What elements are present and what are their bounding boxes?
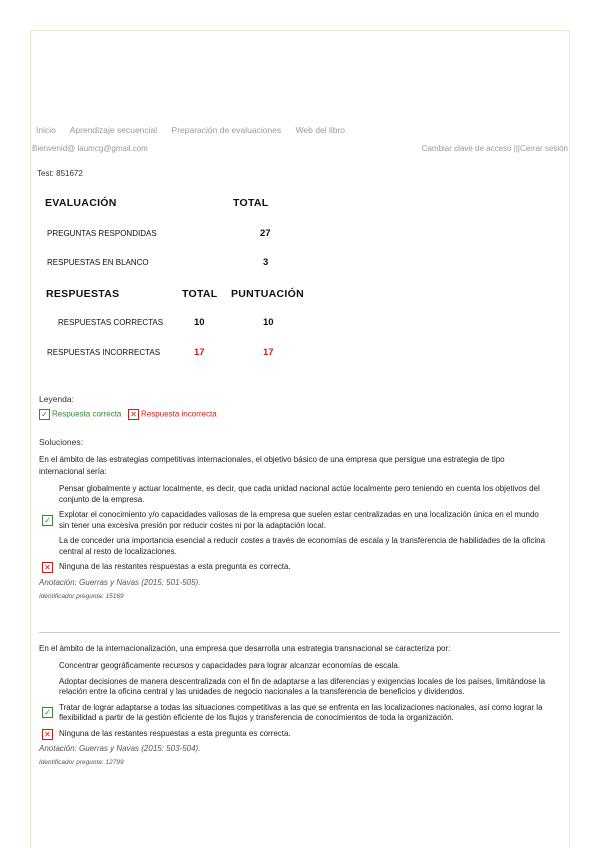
incorrect-score: 17 xyxy=(263,347,274,358)
question-stem: En el ámbito de la internacionalización,… xyxy=(39,644,451,653)
answer-option-text: Concentrar geográficamente recursos y ca… xyxy=(59,661,401,670)
respuestas-heading: RESPUESTAS xyxy=(46,288,120,300)
checkbox-check-icon: ✓ xyxy=(42,514,53,526)
solutions-title: Soluciones: xyxy=(39,437,83,447)
answer-option-text: La de conceder una importancia esencial … xyxy=(59,536,546,556)
checkbox-x-icon: ✕ xyxy=(128,409,140,420)
legend-incorrect: Respuesta incorrecta xyxy=(141,409,217,419)
answer-option-text: Ninguna de las restantes respuestas a es… xyxy=(59,728,291,738)
correct-score: 10 xyxy=(263,317,274,328)
incorrect-label: RESPUESTAS INCORRECTAS xyxy=(47,348,161,357)
answered-label: PREGUNTAS RESPONDIDAS xyxy=(47,229,157,238)
correct-total: 10 xyxy=(194,317,205,328)
answer-option: Concentrar geográficamente recursos y ca… xyxy=(39,661,549,672)
nav-inicio[interactable]: Inicio xyxy=(36,125,56,135)
welcome-text: Bienvenid@ laumcg@gmail.com xyxy=(32,144,148,153)
answer-option: Adoptar decisiones de manera descentrali… xyxy=(39,677,549,698)
nav-web-del-libro[interactable]: Web del libro xyxy=(296,125,345,135)
total-heading: TOTAL xyxy=(233,197,269,209)
answer-option: La de conceder una importancia esencial … xyxy=(39,536,549,557)
score-column-heading: PUNTUACIÓN xyxy=(231,288,304,300)
main-nav: Inicio Aprendizaje secuencial Preparació… xyxy=(36,125,357,135)
answer-option-text: Ninguna de las restantes respuestas a es… xyxy=(59,562,291,571)
checkbox-x-icon: ✕ xyxy=(42,562,53,573)
answer-option-correct: ✓ Explotar el conocimiento y/o capacidad… xyxy=(39,510,549,531)
question-id: Identificador pregunta: 12799 xyxy=(39,759,124,766)
nav-preparacion-evaluaciones[interactable]: Preparación de evaluaciones xyxy=(172,125,282,135)
checkbox-check-icon: ✓ xyxy=(42,707,53,718)
answer-option: Pensar globalmente y actuar localmente, … xyxy=(39,484,549,505)
incorrect-total: 17 xyxy=(194,347,205,358)
question-stem: En el ámbito de las estrategias competit… xyxy=(39,455,505,476)
legend-title: Leyenda: xyxy=(39,394,74,404)
checkbox-check-icon: ✓ xyxy=(39,409,50,420)
answer-option-text: Explotar el conocimiento y/o capacidades… xyxy=(59,510,539,530)
blank-value: 3 xyxy=(263,257,269,268)
total-column-heading: TOTAL xyxy=(182,288,218,300)
question-divider xyxy=(39,632,560,633)
legend-correct: Respuesta correcta xyxy=(52,409,122,419)
annotation: Anotación: Guerras y Navas (2015: 503-50… xyxy=(39,744,201,753)
answer-option-incorrect: ✕ Ninguna de las restantes respuestas a … xyxy=(39,562,549,573)
logout-link[interactable]: Cerrar sesión xyxy=(520,144,568,153)
evaluacion-heading: EVALUACIÓN xyxy=(45,197,117,209)
checkbox-x-icon: ✕ xyxy=(42,728,53,740)
answer-option-correct: ✓ Tratar de lograr adaptarse a todas las… xyxy=(39,703,549,724)
correct-label: RESPUESTAS CORRECTAS xyxy=(58,318,164,327)
answered-value: 27 xyxy=(260,228,271,239)
answer-option-text: Pensar globalmente y actuar localmente, … xyxy=(59,484,540,504)
change-password-link[interactable]: Cambiar clave de acceso xyxy=(422,144,512,153)
blank-label: RESPUESTAS EN BLANCO xyxy=(47,258,149,267)
account-links: Cambiar clave de acceso |||Cerrar sesión xyxy=(422,144,568,153)
annotation: Anotación: Guerras y Navas (2015: 501-50… xyxy=(39,577,201,587)
nav-aprendizaje-secuencial[interactable]: Aprendizaje secuencial xyxy=(70,125,157,135)
legend: ✓ Respuesta correcta ✕ Respuesta incorrect… xyxy=(39,409,217,420)
question-block: En el ámbito de la internacionalización,… xyxy=(39,643,549,766)
question-id: Identificador pregunta: 15169 xyxy=(39,592,124,600)
question-block: En el ámbito de las estrategias competit… xyxy=(39,454,549,600)
answer-option-text: Adoptar decisiones de manera descentrali… xyxy=(59,676,546,697)
answer-option-incorrect: ✕ Ninguna de las restantes respuestas a … xyxy=(39,728,549,740)
answer-option-text: Tratar de lograr adaptarse a todas las s… xyxy=(59,702,543,723)
test-id: Test: 851672 xyxy=(37,169,83,178)
